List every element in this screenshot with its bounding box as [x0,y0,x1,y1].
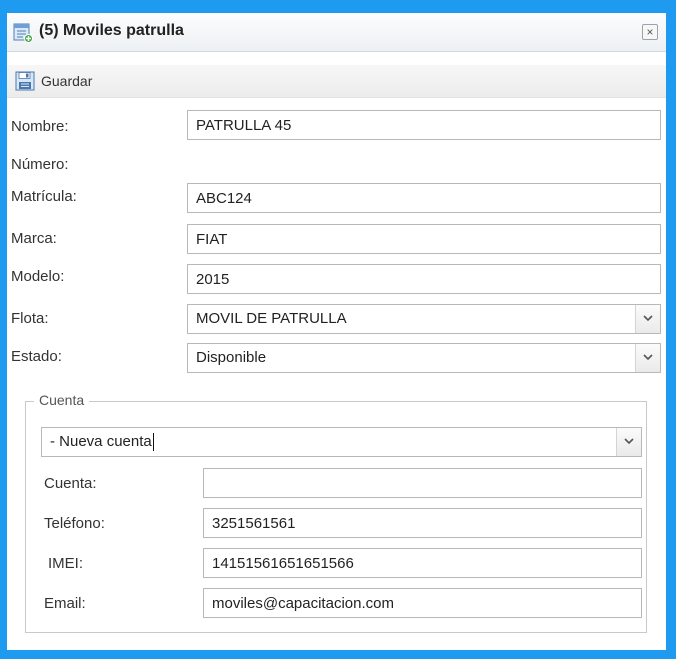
modelo-field[interactable] [187,264,661,294]
marca-field[interactable] [187,224,661,254]
telefono-field[interactable] [203,508,642,538]
cuenta-field[interactable] [203,468,642,498]
estado-label: Estado: [11,348,62,365]
chevron-down-icon [643,354,653,361]
matricula-label: Matrícula: [11,188,77,205]
nombre-label: Nombre: [11,118,69,135]
dialog-window: (5) Moviles patrulla × Guardar Nombre: P… [0,0,676,659]
cuenta-selector[interactable]: - Nueva cuenta [41,427,642,457]
cuenta-label: Cuenta: [44,475,97,492]
flota-select[interactable]: MOVIL DE PATRULLA [187,304,661,334]
estado-value: Disponible [196,349,267,366]
save-icon [15,71,35,91]
flota-value: MOVIL DE PATRULLA [196,310,347,327]
telefono-label: Teléfono: [44,515,105,532]
chevron-down-icon [624,438,634,445]
flota-label: Flota: [11,310,49,327]
estado-select[interactable]: Disponible [187,343,661,373]
email-field[interactable] [203,588,642,618]
save-button[interactable]: Guardar [15,69,92,93]
toolbar: Guardar [7,65,666,98]
flota-dropdown-trigger[interactable] [635,305,660,333]
email-label: Email: [44,595,86,612]
numero-label: Número: [11,156,69,173]
imei-field[interactable] [203,548,642,578]
save-button-label: Guardar [41,73,93,89]
form-icon [13,23,33,43]
title-bar[interactable]: (5) Moviles patrulla × [7,13,666,52]
chevron-down-icon [643,315,653,322]
cuenta-selector-value-wrap: - Nueva cuenta [50,428,154,456]
nombre-field[interactable] [187,110,661,140]
modelo-label: Modelo: [11,268,65,285]
close-icon: × [646,25,654,39]
matricula-field[interactable] [187,183,661,213]
close-button[interactable]: × [642,24,658,40]
marca-label: Marca: [11,230,57,247]
text-cursor [152,433,154,452]
estado-dropdown-trigger[interactable] [635,344,660,372]
window-title: (5) Moviles patrulla [39,22,184,39]
imei-label: IMEI: [48,555,84,572]
cuenta-selector-value: - Nueva cuenta [50,433,152,450]
cuenta-dropdown-trigger[interactable] [616,428,641,456]
cuenta-legend: Cuenta [34,392,90,408]
